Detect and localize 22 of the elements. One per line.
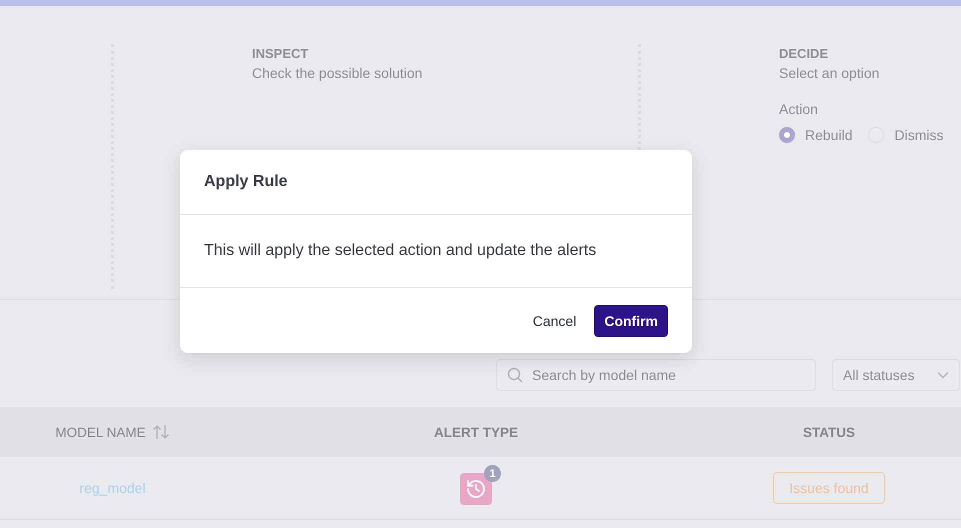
chevron-icon xyxy=(937,371,949,379)
sort-icon[interactable] xyxy=(152,424,170,440)
search-icon xyxy=(507,367,523,383)
search-field[interactable]: Search by model name xyxy=(496,359,816,391)
column-header: ALERT TYPE xyxy=(434,424,518,440)
cancel-button[interactable]: Cancel xyxy=(532,304,576,336)
radio-label: Dismiss xyxy=(894,127,944,143)
column-header: STATUS xyxy=(803,424,855,440)
step-title: DECIDE xyxy=(779,46,828,61)
step-subtitle: Check the possible solution xyxy=(252,65,422,81)
confirm-button[interactable]: Confirm xyxy=(594,304,668,336)
status-select[interactable]: All statuses xyxy=(832,359,960,391)
step-title: INSPECT xyxy=(252,46,308,61)
step-subtitle: Select an option xyxy=(779,65,880,81)
status-badge: Issues found xyxy=(773,472,885,504)
dialog-message: This will apply the selected action and update the alerts xyxy=(204,242,596,260)
radio-button[interactable] xyxy=(779,127,795,143)
dialog-title: Apply Rule xyxy=(204,173,288,191)
alert-count-badge: 1 xyxy=(484,465,501,482)
column-header[interactable]: MODEL NAME xyxy=(55,424,146,440)
radio-label: Rebuild xyxy=(805,127,852,143)
field-label: Action xyxy=(779,101,818,117)
